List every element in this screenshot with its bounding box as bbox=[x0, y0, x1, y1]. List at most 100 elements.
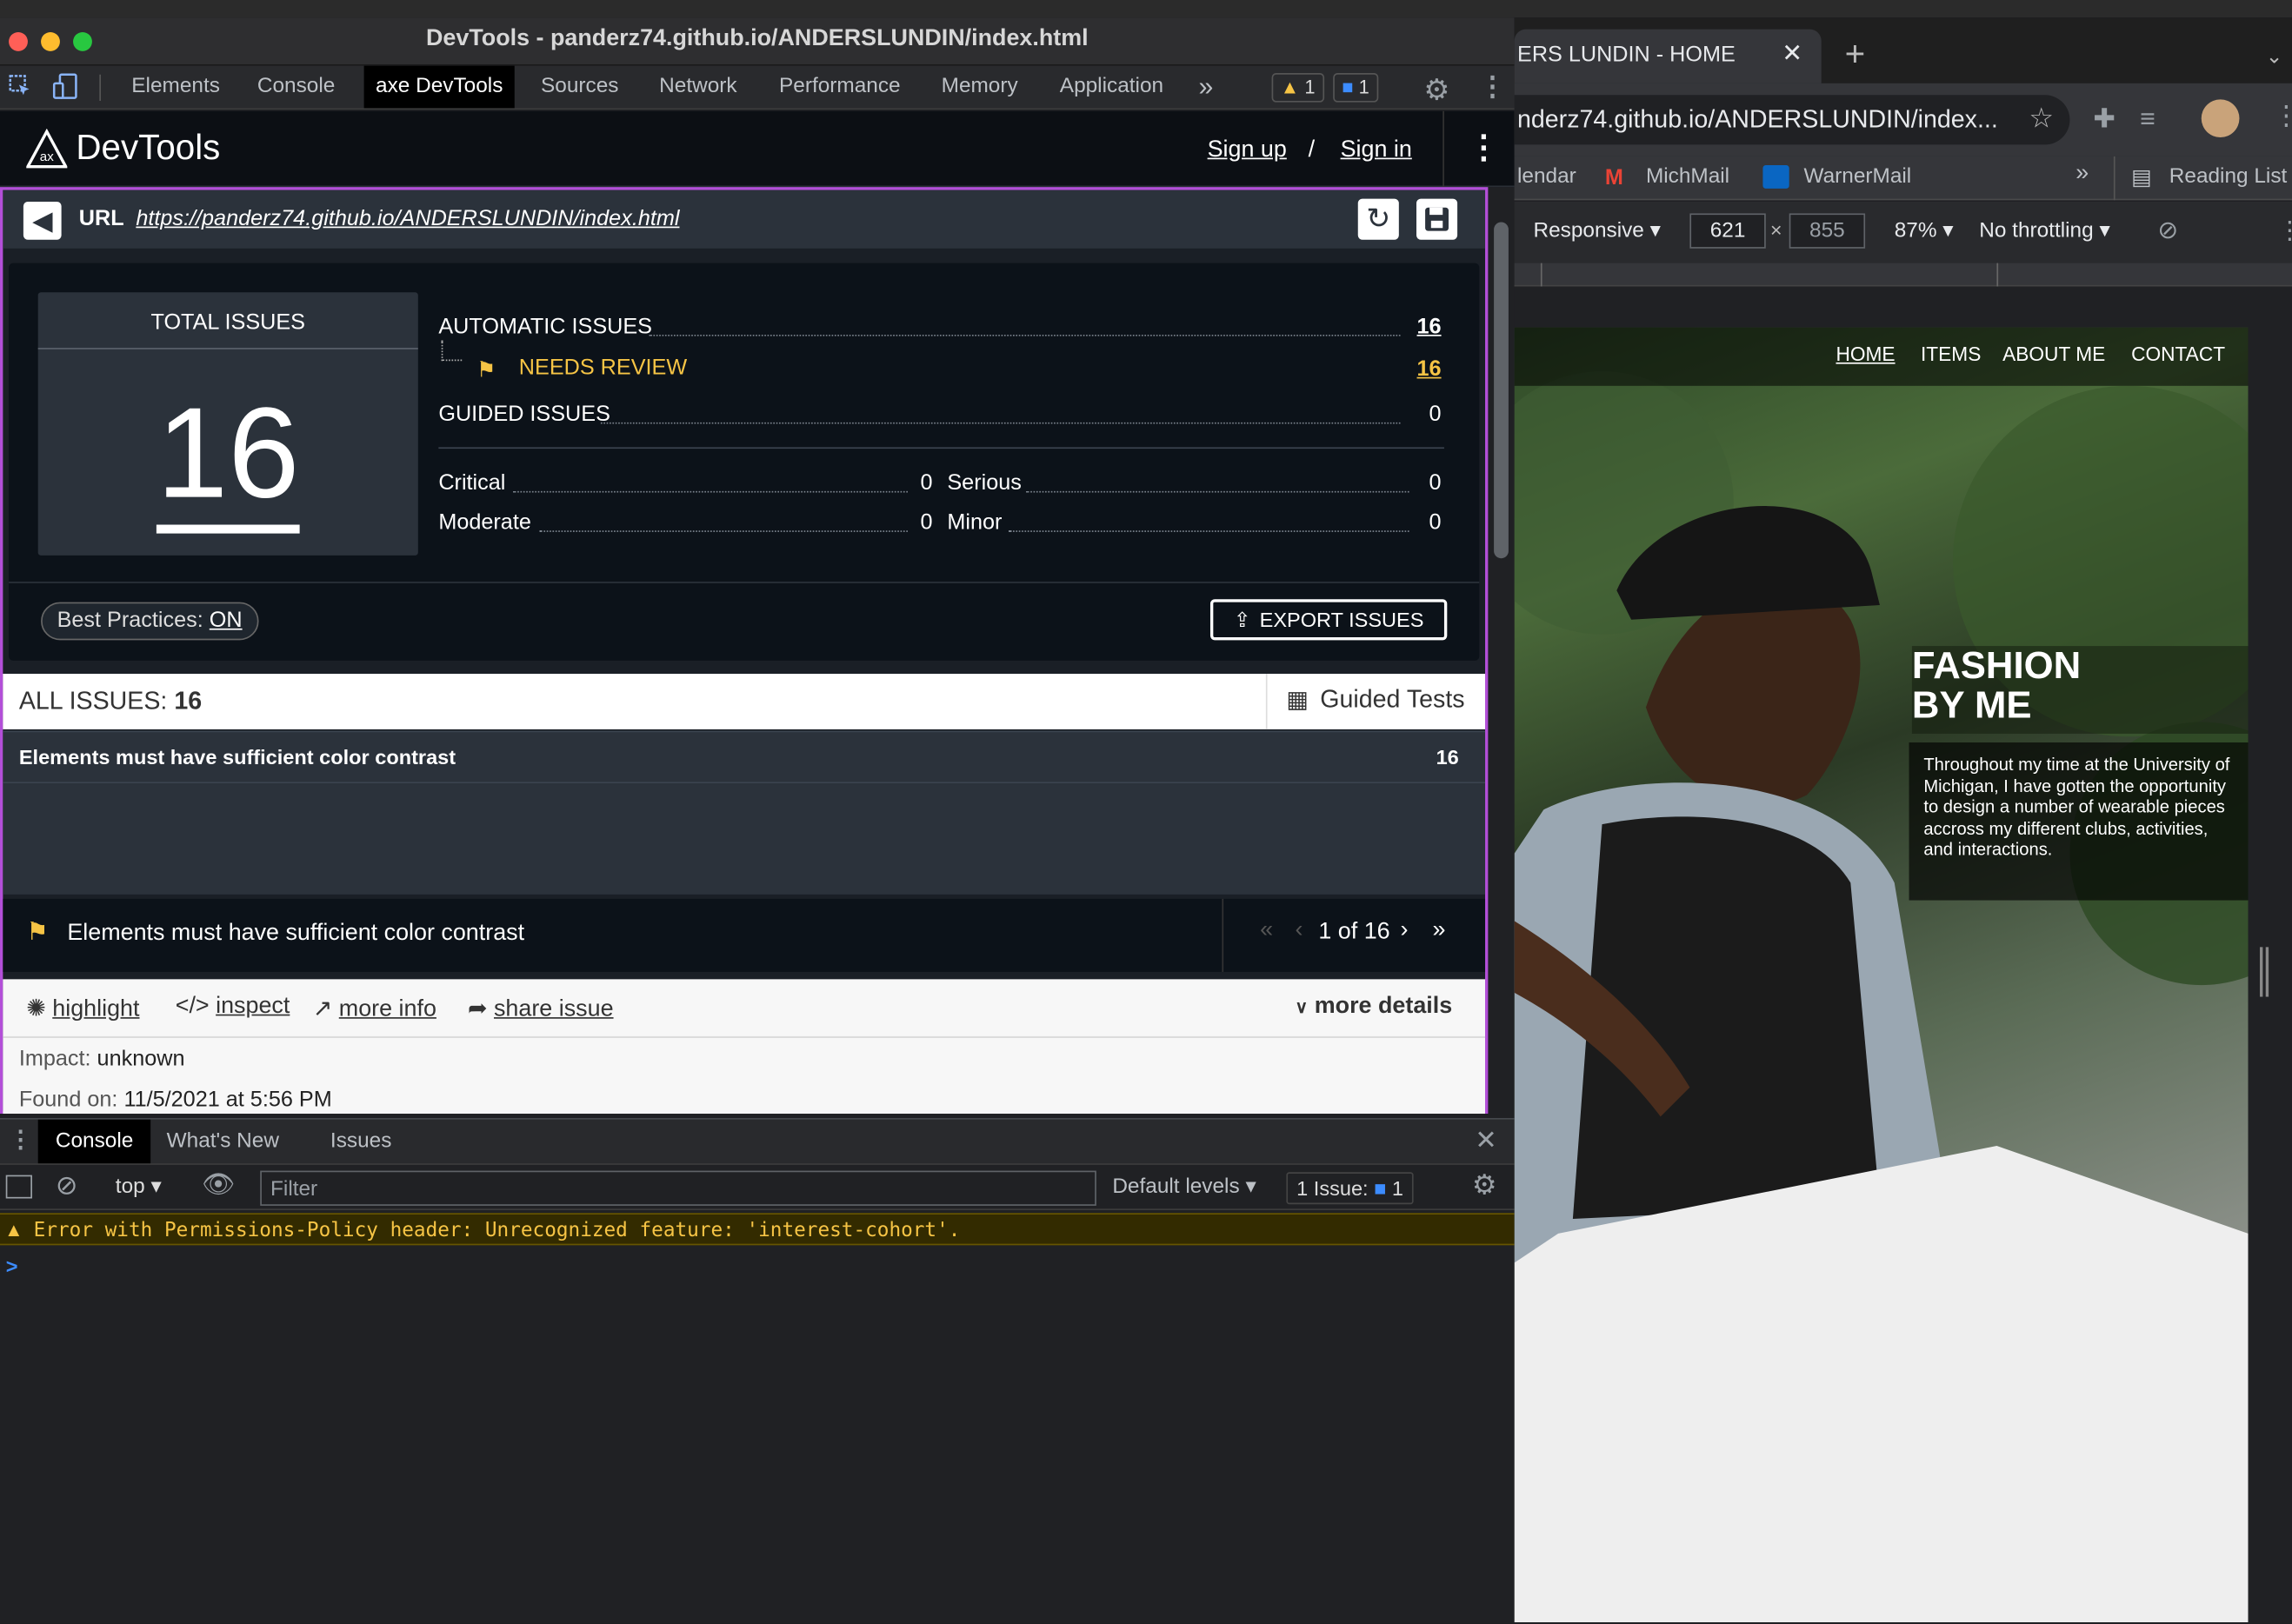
console-filter-input[interactable]: Filter bbox=[260, 1170, 1096, 1206]
close-drawer-icon[interactable]: ✕ bbox=[1475, 1125, 1496, 1155]
message-icon: ■ bbox=[1342, 76, 1354, 98]
resize-handle[interactable] bbox=[2260, 947, 2269, 997]
live-expression-eye-icon[interactable]: 👁 bbox=[202, 1169, 235, 1200]
tab-sources[interactable]: Sources bbox=[530, 66, 630, 109]
more-tabs-button[interactable]: » bbox=[1187, 66, 1225, 109]
nav-about-link[interactable]: ABOUT ME bbox=[2002, 343, 2105, 365]
clear-console-icon[interactable]: ⊘ bbox=[56, 1171, 77, 1201]
sidebar-toggle-icon[interactable] bbox=[5, 1175, 32, 1199]
guided-tests-button[interactable]: ▦ Guided Tests bbox=[1286, 685, 1464, 715]
hero-paragraph: Throughout my time at the University of … bbox=[1923, 754, 2230, 860]
back-icon[interactable]: ◀ bbox=[23, 201, 62, 240]
extensions-icon[interactable]: ✚ bbox=[2093, 103, 2115, 134]
total-divider bbox=[37, 348, 418, 349]
drawer-tab-issues[interactable]: Issues bbox=[318, 1120, 403, 1162]
highlight-button[interactable]: ✺ highlight bbox=[26, 994, 139, 1023]
more-bookmarks-icon[interactable]: » bbox=[2075, 161, 2089, 187]
throttle-value: No throttling bbox=[1979, 219, 2094, 243]
bookmark-calendar[interactable]: lendar bbox=[1517, 165, 1576, 189]
best-practices-toggle[interactable]: Best Practices: ON bbox=[41, 602, 259, 641]
sign-up-link[interactable]: Sign up bbox=[1208, 137, 1287, 163]
axe-header: ax DevTools Sign up / Sign in ⋮ bbox=[0, 110, 1515, 188]
tab-memory[interactable]: Memory bbox=[929, 66, 1029, 109]
hero-photo bbox=[1514, 327, 2249, 1623]
filter-placeholder: Filter bbox=[270, 1177, 318, 1201]
context-select[interactable]: top ▾ bbox=[116, 1175, 162, 1199]
nav-contact-link[interactable]: CONTACT bbox=[2131, 343, 2225, 365]
console-settings-gear-icon[interactable]: ⚙ bbox=[1472, 1169, 1497, 1203]
total-issues-count[interactable]: 16 bbox=[38, 380, 418, 534]
browser-menu-icon[interactable]: ⋮ bbox=[2273, 101, 2292, 131]
upload-icon: ⇪ bbox=[1233, 607, 1251, 631]
automatic-issues-label: AUTOMATIC ISSUES bbox=[438, 314, 653, 340]
last-page-icon[interactable]: » bbox=[1432, 918, 1445, 944]
device-menu-icon[interactable]: ⋮ bbox=[2277, 216, 2292, 246]
close-tab-icon[interactable]: ✕ bbox=[1782, 39, 1802, 69]
device-toolbar: Responsive ▾ 621 × 855 87% ▾ No throttli… bbox=[1514, 201, 2292, 263]
nav-items-link[interactable]: ITEMS bbox=[1921, 343, 1981, 365]
drawer-tab-console[interactable]: Console bbox=[37, 1119, 151, 1164]
console-issues-count: 1 bbox=[1391, 1176, 1404, 1201]
console-issues-label: 1 Issue: bbox=[1296, 1176, 1369, 1201]
next-page-icon[interactable]: › bbox=[1401, 918, 1409, 944]
rotate-icon[interactable]: ⊘ bbox=[2157, 216, 2178, 246]
console-issues-badge[interactable]: 1 Issue: ■ 1 bbox=[1286, 1172, 1414, 1205]
inspect-element-icon[interactable] bbox=[9, 75, 32, 98]
settings-gear-icon[interactable]: ⚙ bbox=[1423, 71, 1449, 108]
reading-list-button[interactable]: Reading List bbox=[2169, 165, 2288, 189]
viewport-height-input[interactable]: 855 bbox=[1789, 213, 1866, 249]
scanned-url-link[interactable]: https://panderz74.github.io/ANDERSLUNDIN… bbox=[136, 206, 679, 231]
throttle-select[interactable]: No throttling ▾ bbox=[1979, 219, 2109, 243]
tab-performance[interactable]: Performance bbox=[768, 66, 912, 109]
tab-axe-devtools[interactable]: axe DevTools bbox=[363, 65, 515, 109]
nav-home-link[interactable]: HOME bbox=[1836, 343, 1895, 365]
browser-tab-active[interactable]: ERS LUNDIN - HOME ✕ bbox=[1514, 29, 1822, 83]
new-tab-icon[interactable]: + bbox=[1845, 35, 1866, 76]
console-prompt[interactable]: > bbox=[6, 1254, 18, 1277]
viewport-width-input[interactable]: 621 bbox=[1689, 213, 1766, 249]
bookmarks-divider bbox=[2113, 156, 2115, 201]
messages-badge[interactable]: ■ 1 bbox=[1333, 73, 1378, 103]
tab-console[interactable]: Console bbox=[245, 66, 346, 109]
found-label: Found on: bbox=[18, 1087, 118, 1113]
tab-network[interactable]: Network bbox=[648, 66, 749, 109]
tab-elements[interactable]: Elements bbox=[120, 66, 232, 109]
rescan-icon[interactable]: ↻ bbox=[1357, 198, 1399, 240]
axe-menu-icon[interactable]: ⋮ bbox=[1468, 129, 1500, 167]
inspect-button[interactable]: </> inspect bbox=[176, 994, 290, 1020]
dot-leader bbox=[1026, 490, 1409, 493]
kebab-menu-icon[interactable]: ⋮ bbox=[1479, 71, 1505, 102]
log-levels-select[interactable]: Default levels ▾ bbox=[1112, 1175, 1256, 1199]
axe-panel-scrollbar[interactable] bbox=[1494, 222, 1509, 559]
prev-page-icon[interactable]: ‹ bbox=[1295, 918, 1303, 944]
automatic-issues-count[interactable]: 16 bbox=[1397, 314, 1442, 339]
serious-label: Serious bbox=[947, 470, 1022, 496]
save-icon[interactable] bbox=[1416, 198, 1458, 240]
media-icon[interactable]: ≡ bbox=[2140, 103, 2155, 134]
critical-count: 0 bbox=[920, 470, 933, 496]
warnings-badge[interactable]: ▲ 1 bbox=[1271, 73, 1324, 103]
first-page-icon[interactable]: « bbox=[1260, 918, 1273, 944]
tab-application[interactable]: Application bbox=[1048, 66, 1175, 109]
needs-review-count[interactable]: 16 bbox=[1397, 356, 1442, 382]
sign-in-link[interactable]: Sign in bbox=[1341, 137, 1412, 163]
zoom-select[interactable]: 87% ▾ bbox=[1895, 219, 1954, 243]
issue-list-row[interactable]: Elements must have sufficient color cont… bbox=[3, 730, 1486, 784]
bookmark-warnermail[interactable]: WarnerMail bbox=[1804, 165, 1912, 189]
device-toolbar-icon[interactable] bbox=[52, 73, 79, 99]
export-issues-button[interactable]: ⇪ EXPORT ISSUES bbox=[1209, 599, 1448, 641]
bookmark-star-icon[interactable]: ☆ bbox=[2029, 103, 2054, 136]
tab-search-icon[interactable]: ⌄ bbox=[2266, 43, 2283, 69]
address-text: nderz74.github.io/ANDERSLUNDIN/index... bbox=[1517, 105, 1998, 133]
device-select[interactable]: Responsive ▾ bbox=[1533, 219, 1660, 243]
bookmark-michmail[interactable]: MichMail bbox=[1646, 165, 1729, 189]
messages-count: 1 bbox=[1358, 76, 1369, 98]
dimension-separator-icon: × bbox=[1769, 217, 1782, 242]
more-details-toggle[interactable]: ∨ more details bbox=[1295, 994, 1452, 1020]
share-issue-button[interactable]: ➦ share issue bbox=[468, 994, 614, 1023]
more-info-button[interactable]: ↗ more info bbox=[313, 994, 436, 1023]
drawer-menu-icon[interactable]: ⋮ bbox=[9, 1125, 32, 1155]
all-issues-text: ALL ISSUES: bbox=[18, 687, 168, 715]
profile-avatar[interactable] bbox=[2201, 99, 2240, 138]
drawer-tab-whats-new[interactable]: What's New bbox=[155, 1120, 290, 1162]
